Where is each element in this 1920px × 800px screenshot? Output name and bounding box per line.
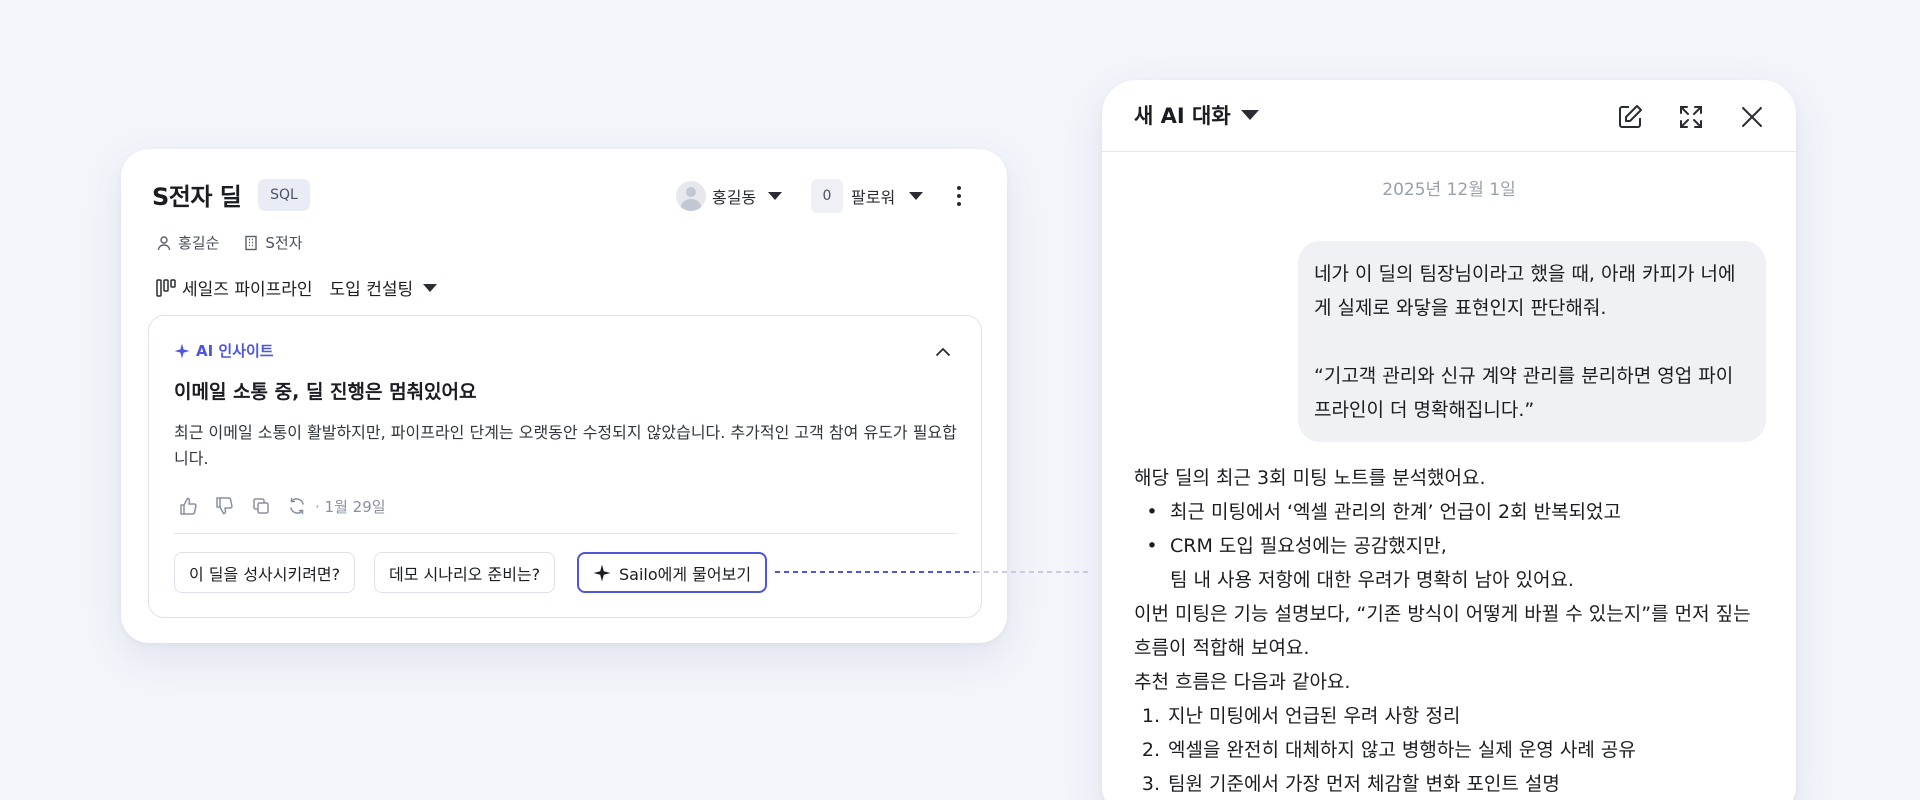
deal-title: S전자 딜 [152, 183, 242, 211]
expand-icon [1680, 106, 1702, 128]
chevron-down-icon [1240, 110, 1259, 120]
copy-button[interactable] [249, 494, 273, 518]
user-message: 네가 이 딜의 팀장님이라고 했을 때, 아래 카피가 너에게 실제로 와닿을 … [1298, 241, 1766, 442]
owner-name: 홍길동 [712, 188, 757, 207]
ai-chat-panel: 새 AI 대화 2025년 12월 1일 네가 이 딜의 팀장님이라고 했을 때… [1102, 80, 1796, 800]
stage-label: 도입 컨설팅 [329, 280, 414, 300]
expand-button[interactable] [1675, 101, 1707, 133]
ask-sailo-button[interactable]: Sailo에게 물어보기 [577, 552, 768, 593]
list-item: 3. 팀원 기준에서 가장 먼저 체감할 변화 포인트 설명 [1134, 767, 1774, 800]
more-options-button[interactable] [949, 181, 969, 211]
sparkle-icon [593, 564, 611, 581]
ai-response: 해당 딜의 최근 3회 미팅 노트를 분석했어요. • 최근 미팅에서 ‘엑셀 관… [1134, 461, 1774, 800]
avatar [676, 181, 706, 211]
chevron-up-icon [935, 347, 951, 357]
more-vertical-icon [957, 186, 961, 190]
pipeline-row: 세일즈 파이프라인 도입 컨설팅 [156, 275, 438, 300]
chat-title: 새 AI 대화 [1134, 104, 1231, 128]
insight-actions: · 1월 29일 [177, 494, 386, 518]
stage-badge: SQL [258, 179, 310, 211]
step-text: 팀원 기준에서 가장 먼저 체감할 변화 포인트 설명 [1168, 773, 1560, 795]
list-item: • CRM 도입 필요성에는 공감했지만, [1134, 529, 1774, 563]
refresh-icon [290, 497, 304, 515]
collapse-button[interactable] [935, 342, 951, 361]
pipeline-icon [156, 278, 176, 297]
list-item: 2. 엑셀을 완전히 대체하지 않고 병행하는 실제 운영 사례 공유 [1134, 733, 1774, 767]
stage-dropdown[interactable]: 도입 컨설팅 [330, 275, 438, 300]
list-item: 1. 지난 미팅에서 언급된 우려 사항 정리 [1134, 699, 1774, 733]
insight-title: 이메일 소통 중, 딜 진행은 멈춰있어요 [174, 381, 477, 403]
copy-icon [253, 498, 269, 514]
reply-intro: 해당 딜의 최근 3회 미팅 노트를 분석했어요. [1134, 467, 1486, 489]
contact-item[interactable]: 홍길순 [156, 232, 219, 253]
owner-dropdown[interactable]: 홍길동 [676, 178, 783, 214]
regenerate-button[interactable] [285, 494, 309, 518]
ask-sailo-label: Sailo에게 물어보기 [619, 564, 752, 584]
building-icon [245, 235, 258, 250]
chat-header: 새 AI 대화 [1102, 80, 1796, 152]
deal-meta: 홍길순 S전자 [156, 232, 303, 253]
chat-date: 2025년 12월 1일 [1382, 180, 1516, 200]
follower-label: 팔로워 [851, 188, 896, 207]
company-name: S전자 [265, 234, 303, 252]
divider [174, 533, 957, 534]
insight-body: 최근 이메일 소통이 활발하지만, 파이프라인 단계는 오랫동안 수정되지 않았… [174, 423, 957, 468]
close-button[interactable] [1736, 101, 1768, 133]
thumbs-up-icon [180, 497, 197, 515]
sparkle-icon [174, 343, 190, 358]
step-text: 지난 미팅에서 언급된 우려 사항 정리 [1168, 705, 1461, 727]
connector-line [775, 571, 1090, 573]
insight-label: AI 인사이트 [174, 340, 274, 361]
new-chat-button[interactable] [1614, 101, 1646, 133]
chevron-down-icon [768, 192, 783, 200]
insight-label-text: AI 인사이트 [196, 342, 274, 360]
follower-count: 0 [811, 179, 843, 213]
deal-card: S전자 딜 SQL 홍길동 0 팔로워 홍길순 S전자 세일즈 파이프라인 도입… [121, 149, 1007, 643]
bullet-continuation: 팀 내 사용 저항에 대한 우려가 명확히 남아 있어요. [1170, 569, 1574, 591]
list-item: • 최근 미팅에서 ‘엑셀 관리의 한계’ 언급이 2회 반복되었고 [1134, 495, 1774, 529]
pipeline-label: 세일즈 파이프라인 [182, 280, 313, 300]
bullet-text: CRM 도입 필요성에는 공감했지만, [1170, 535, 1447, 557]
reply-paragraph: 추천 흐름은 다음과 같아요. [1134, 671, 1351, 693]
bullet-text: 최근 미팅에서 ‘엑셀 관리의 한계’ 언급이 2회 반복되었고 [1170, 501, 1622, 523]
thumbs-down-icon [216, 497, 233, 515]
chevron-down-icon [909, 192, 924, 200]
person-icon [157, 235, 171, 250]
chevron-down-icon [423, 283, 438, 292]
step-text: 엑셀을 완전히 대체하지 않고 병행하는 실제 운영 사례 공유 [1168, 739, 1636, 761]
reply-paragraph: 이번 미팅은 기능 설명보다, “기존 방식이 어떻게 바뀔 수 있는지”를 먼… [1134, 603, 1751, 659]
thumbs-up-button[interactable] [177, 494, 201, 518]
thumbs-down-button[interactable] [213, 494, 237, 518]
suggestion-chip-demo-scenario[interactable]: 데모 시나리오 준비는? [374, 552, 556, 593]
chat-title-dropdown[interactable]: 새 AI 대화 [1134, 100, 1259, 130]
edit-icon [1619, 105, 1642, 128]
contact-name: 홍길순 [178, 234, 220, 252]
insight-date: · 1월 29일 [315, 497, 386, 516]
follower-dropdown[interactable]: 0 팔로워 [811, 178, 924, 214]
suggestion-chip-close-deal[interactable]: 이 딜을 성사시키려면? [174, 552, 356, 593]
company-item[interactable]: S전자 [243, 232, 303, 253]
close-icon [1742, 107, 1762, 127]
